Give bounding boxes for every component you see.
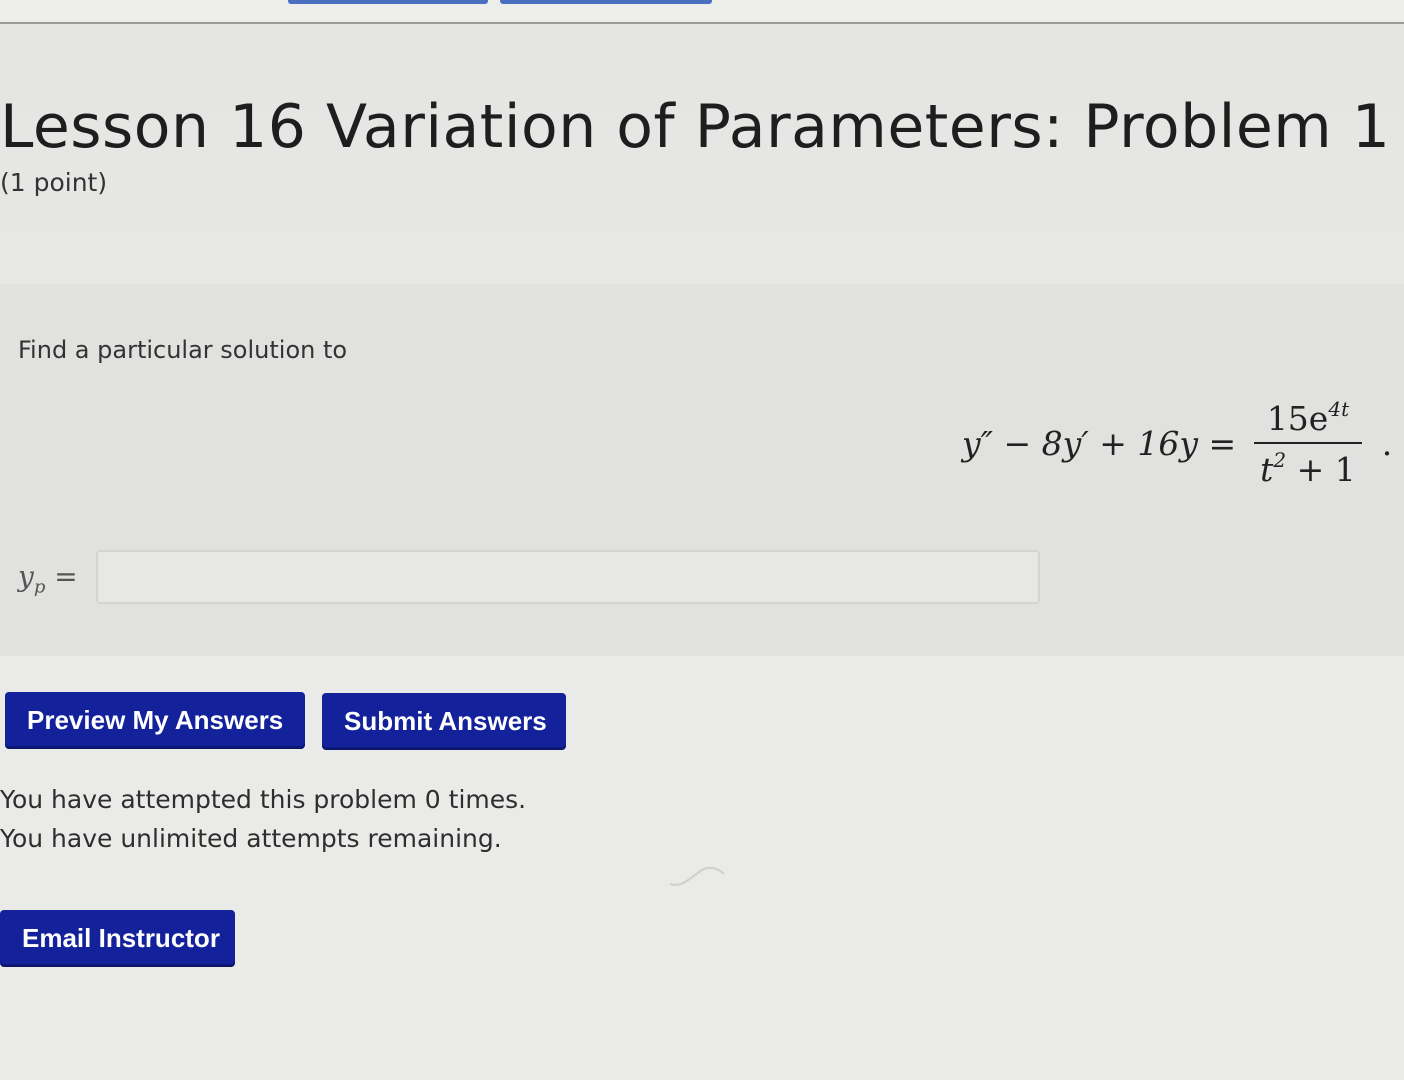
equation-rhs-fraction: 15e4t t2 + 1 bbox=[1254, 397, 1362, 489]
submit-answers-button[interactable]: Submit Answers bbox=[322, 693, 566, 749]
top-nav-tab[interactable] bbox=[288, 0, 488, 4]
preview-answers-button[interactable]: Preview My Answers bbox=[5, 692, 305, 748]
answer-label: yp = bbox=[18, 560, 78, 598]
email-instructor-button[interactable]: Email Instructor bbox=[0, 910, 235, 966]
mouse-cursor-icon bbox=[669, 866, 725, 886]
top-nav-strip bbox=[0, 0, 1404, 24]
fraction-denominator: t2 + 1 bbox=[1260, 448, 1356, 489]
top-nav-tab[interactable] bbox=[500, 0, 712, 4]
differential-equation: y″ − 8y′ + 16y = 15e4t t2 + 1 . bbox=[962, 397, 1393, 489]
problem-prompt: Find a particular solution to bbox=[18, 336, 348, 364]
equation-lhs: y″ − 8y′ + 16y = bbox=[962, 423, 1237, 463]
attempts-status: You have attempted this problem 0 times.… bbox=[0, 780, 526, 858]
equation-period: . bbox=[1381, 423, 1393, 463]
problem-title: Lesson 16 Variation of Parameters: Probl… bbox=[0, 92, 1391, 162]
answer-input[interactable] bbox=[96, 550, 1040, 604]
problem-points: (1 point) bbox=[0, 168, 108, 197]
fraction-numerator: 15e4t bbox=[1266, 397, 1350, 438]
attempts-count-text: You have attempted this problem 0 times. bbox=[0, 785, 527, 814]
webwork-problem-page: Lesson 16 Variation of Parameters: Probl… bbox=[0, 0, 1404, 1080]
attempts-remaining-text: You have unlimited attempts remaining. bbox=[0, 824, 502, 853]
